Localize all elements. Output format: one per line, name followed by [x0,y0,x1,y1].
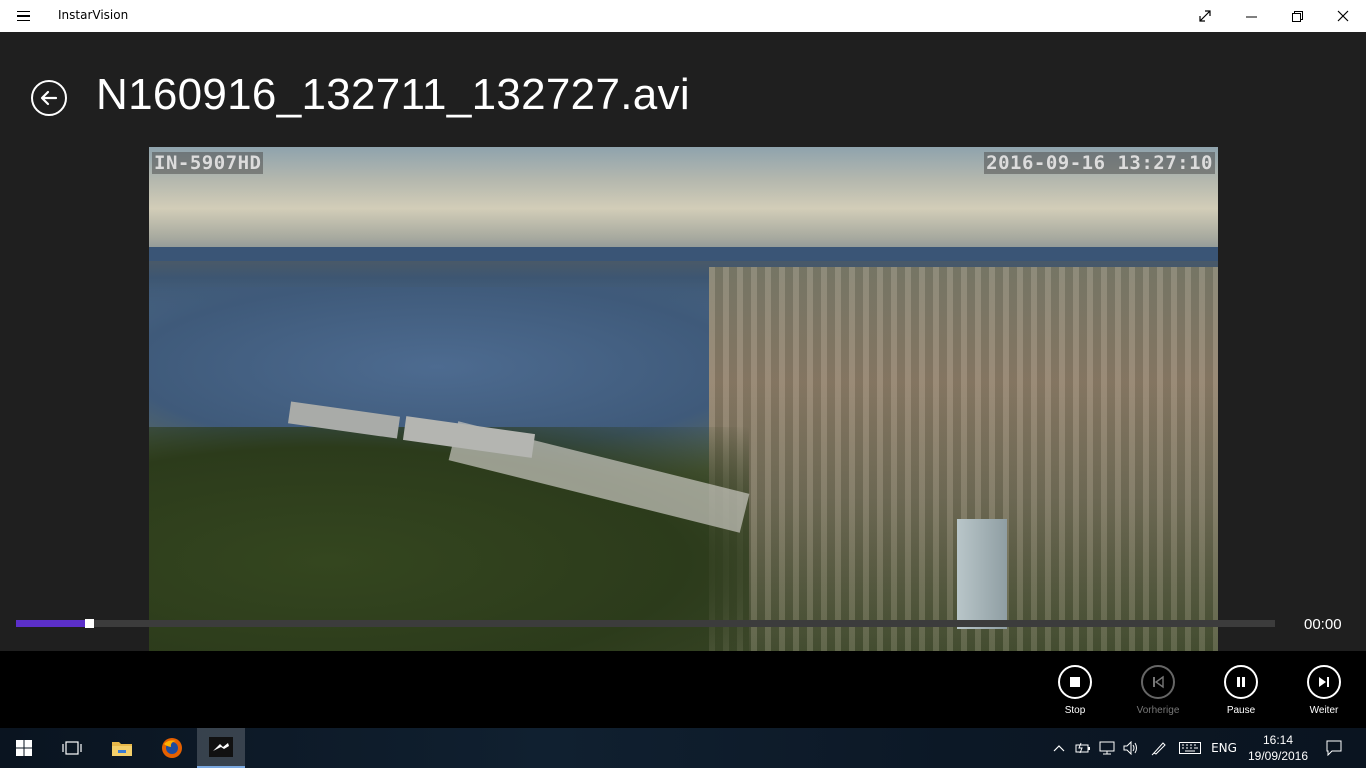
camera-label: IN-5907HD [152,152,264,174]
time-label: 00:00 [1304,616,1342,633]
stop-icon [1058,665,1092,699]
pause-button[interactable]: Pause [1211,665,1271,716]
file-explorer-icon[interactable] [98,728,146,768]
instarvision-icon[interactable] [197,728,245,768]
clock[interactable]: 16:14 19/09/2016 [1246,732,1310,764]
seek-bar-thumb[interactable] [85,619,94,628]
page-title: N160916_132711_132727.avi [96,70,690,119]
pause-label: Pause [1226,705,1256,716]
next-label: Weiter [1309,705,1339,716]
pause-icon [1224,665,1258,699]
player-page: N160916_132711_132727.avi IN-5907HD 2016… [0,32,1366,651]
video-park [149,427,749,651]
volume-icon[interactable] [1121,728,1141,768]
restore-button[interactable] [1274,0,1320,32]
start-icon[interactable] [0,728,48,768]
playback-controls: Stop Vorherige Pause Weiter [0,651,1366,728]
video-tower [957,519,1007,629]
taskbar: ENG 16:14 19/09/2016 [0,728,1366,768]
firefox-icon[interactable] [148,728,196,768]
video-frame[interactable]: IN-5907HD 2016-09-16 13:27:10 [149,147,1218,651]
network-icon[interactable] [1097,728,1117,768]
previous-button[interactable]: Vorherige [1128,665,1188,716]
clock-time: 16:14 [1262,733,1294,747]
seek-bar[interactable] [16,619,1275,628]
battery-icon[interactable] [1073,728,1093,768]
skip-previous-icon [1141,665,1175,699]
video-sea [149,247,1218,261]
next-button[interactable]: Weiter [1294,665,1354,716]
hamburger-menu-icon[interactable] [10,6,36,26]
skip-next-icon [1307,665,1341,699]
action-center-icon[interactable] [1318,728,1350,768]
pen-workspace-icon[interactable] [1149,728,1169,768]
arrow-left-icon [40,90,58,106]
video-timestamp: 2016-09-16 13:27:10 [984,152,1215,174]
app-title: InstarVision [58,8,129,22]
keyboard-icon[interactable] [1177,728,1203,768]
back-button[interactable] [31,80,67,116]
seek-bar-fill [16,620,85,627]
minimize-button[interactable] [1228,0,1274,32]
chevron-up-icon[interactable] [1050,728,1068,768]
fullscreen-icon[interactable] [1182,0,1228,32]
language-indicator[interactable]: ENG [1208,728,1240,768]
close-button[interactable] [1320,0,1366,32]
previous-label: Vorherige [1136,705,1180,716]
stop-label: Stop [1064,705,1086,716]
stop-button[interactable]: Stop [1045,665,1105,716]
title-bar: InstarVision [0,0,1366,32]
task-view-icon[interactable] [48,728,96,768]
clock-date: 19/09/2016 [1247,749,1309,763]
